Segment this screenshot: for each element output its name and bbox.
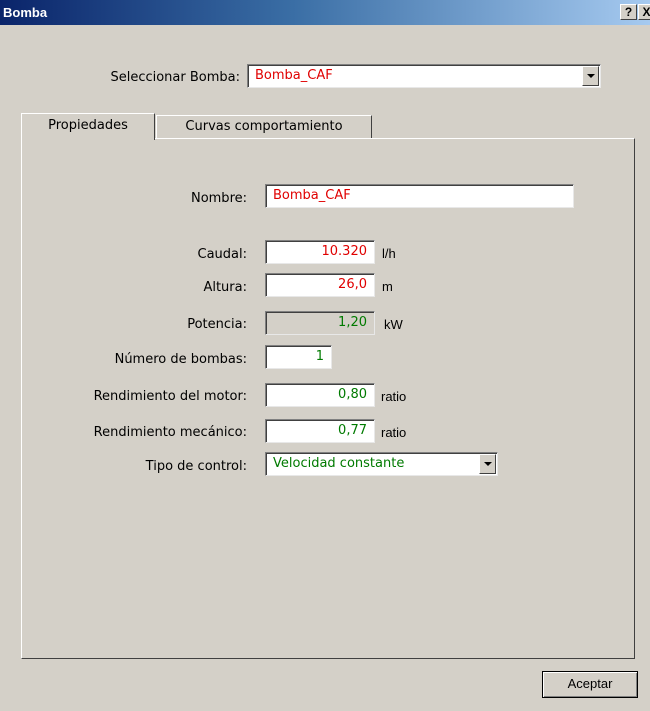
- rend-motor-unit: ratio: [381, 389, 407, 404]
- close-button[interactable]: X: [638, 4, 650, 20]
- pump-select-dropdown[interactable]: Bomba_CAF: [247, 64, 601, 88]
- nombre-input[interactable]: Bomba_CAF: [265, 184, 574, 208]
- window-title: Bomba: [3, 5, 48, 20]
- tipo-control-label: Tipo de control:: [145, 459, 247, 474]
- altura-input[interactable]: 26,0: [265, 273, 375, 297]
- potencia-field: 1,20: [265, 311, 375, 335]
- tipo-control-value: Velocidad constante: [273, 456, 405, 471]
- numero-bombas-label: Número de bombas:: [114, 352, 247, 367]
- caudal-input[interactable]: 10.320: [265, 240, 375, 264]
- tab-propiedades[interactable]: Propiedades: [21, 113, 155, 140]
- chevron-down-icon[interactable]: [582, 66, 599, 86]
- tab-curvas-label: Curvas comportamiento: [185, 119, 343, 134]
- altura-label: Altura:: [203, 280, 247, 295]
- rend-motor-label: Rendimiento del motor:: [93, 389, 247, 404]
- pump-select-value: Bomba_CAF: [255, 68, 333, 83]
- rend-mecanico-label: Rendimiento mecánico:: [93, 425, 247, 440]
- chevron-down-icon[interactable]: [479, 454, 496, 474]
- tab-curvas-comportamiento[interactable]: Curvas comportamiento: [156, 115, 372, 138]
- accept-button[interactable]: Aceptar: [542, 671, 638, 698]
- rend-mecanico-input[interactable]: 0,77: [265, 419, 375, 443]
- tipo-control-dropdown[interactable]: Velocidad constante: [265, 452, 498, 476]
- nombre-label: Nombre:: [190, 191, 247, 206]
- numero-bombas-input[interactable]: 1: [265, 345, 332, 369]
- caudal-label: Caudal:: [197, 247, 248, 262]
- potencia-unit: kW: [384, 317, 403, 332]
- caudal-unit: l/h: [382, 246, 396, 261]
- help-button[interactable]: ?: [620, 4, 637, 20]
- altura-unit: m: [382, 279, 393, 294]
- rend-motor-input[interactable]: 0,80: [265, 383, 375, 407]
- rend-mecanico-unit: ratio: [381, 425, 407, 440]
- title-bar: Bomba ? X: [0, 0, 650, 25]
- select-pump-label: Seleccionar Bomba:: [110, 70, 240, 85]
- tab-propiedades-label: Propiedades: [48, 118, 128, 133]
- potencia-label: Potencia:: [187, 317, 247, 332]
